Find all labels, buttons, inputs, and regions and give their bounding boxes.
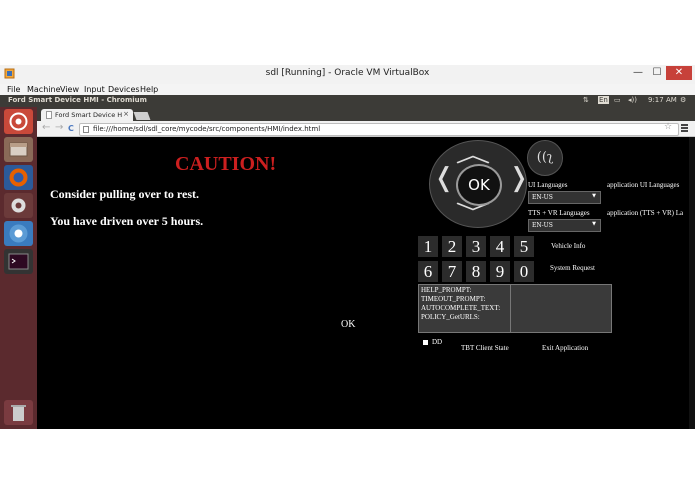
page-icon (46, 111, 52, 119)
browser-toolbar: ← → C file:///home/sdl/sdl_core/mycode/s… (37, 121, 695, 137)
tab-close-icon[interactable]: × (123, 110, 129, 118)
preset-8-button[interactable]: 8 (466, 261, 486, 282)
chromium-window: Ford Smart Device H × ← → C file:///home… (37, 107, 695, 429)
ubuntu-dash-icon[interactable] (4, 109, 33, 134)
menu-input[interactable]: Input (84, 85, 105, 94)
dropdown-arrow-icon: ▼ (592, 193, 596, 199)
preset-3-button[interactable]: 3 (466, 236, 486, 257)
prompt-labels: HELP_PROMPT: TIMEOUT_PROMPT: AUTOCOMPLET… (419, 285, 511, 332)
page-scrollbar[interactable] (689, 137, 695, 429)
close-button[interactable]: ✕ (666, 66, 692, 80)
keyboard-indicator[interactable]: En (598, 96, 609, 104)
tts-vr-language-select[interactable]: EN-US ▼ (528, 219, 601, 232)
ubuntu-top-panel: Ford Smart Device HMI - Chromium ⇅ En ▭ … (0, 95, 695, 107)
autocomplete-text-label: AUTOCOMPLETE_TEXT: (421, 304, 501, 312)
voice-command-button[interactable]: ((ʅ (527, 140, 563, 176)
reload-icon[interactable]: C (68, 124, 74, 134)
address-bar[interactable]: file:///home/sdl/sdl_core/mycode/src/com… (79, 123, 679, 136)
exit-application-button[interactable]: Exit Application (542, 344, 588, 352)
preset-5-button[interactable]: 5 (514, 236, 534, 257)
unity-launcher (0, 107, 37, 429)
vehicle-info-button[interactable]: Vehicle Info (551, 242, 585, 250)
directional-pad: ︿ ﹀ ❬ ❭ OK (429, 140, 530, 228)
preset-1-button[interactable]: 1 (418, 236, 438, 257)
tbt-client-state-button[interactable]: TBT Client State (461, 344, 509, 352)
tts-vr-language-value: EN-US (532, 222, 553, 229)
preset-4-button[interactable]: 4 (490, 236, 510, 257)
virtualbox-window: sdl [Running] - Oracle VM VirtualBox — ☐… (0, 65, 695, 429)
voice-command-icon: ((ʅ (536, 150, 554, 165)
left-chevron-icon[interactable]: ❬ (433, 163, 455, 193)
firefox-icon[interactable] (4, 165, 33, 190)
preset-9-button[interactable]: 9 (490, 261, 510, 282)
maximize-button[interactable]: ☐ (648, 66, 666, 80)
preset-6-button[interactable]: 6 (418, 261, 438, 282)
menu-view[interactable]: View (60, 85, 79, 94)
help-prompt-label: HELP_PROMPT: (421, 286, 472, 294)
settings-gear-icon[interactable]: ⚙ (680, 96, 686, 104)
chromium-icon[interactable] (4, 221, 33, 246)
files-icon[interactable] (4, 137, 33, 162)
hmi-page: CAUTION! Consider pulling over to rest. … (37, 137, 695, 429)
alert-ok-button[interactable]: OK (341, 319, 355, 330)
chrome-menu-icon[interactable] (681, 124, 689, 133)
page-icon (83, 126, 89, 133)
terminal-icon[interactable] (4, 249, 33, 274)
preset-0-button[interactable]: 0 (514, 261, 534, 282)
dd-label: DD (432, 338, 443, 346)
alert-message-line2: You have driven over 5 hours. (50, 214, 204, 228)
forward-arrow-icon[interactable]: → (55, 123, 63, 133)
dpad-ok-label: OK (468, 176, 490, 194)
vbox-titlebar: sdl [Running] - Oracle VM VirtualBox — ☐… (0, 65, 695, 85)
ui-languages-label: UI Languages (528, 181, 568, 189)
policy-geturls-label: POLICY_GetURLS: (421, 313, 480, 321)
system-request-button[interactable]: System Request (550, 264, 595, 272)
menu-file[interactable]: File (7, 85, 20, 94)
tts-vr-languages-label: TTS + VR Languages (528, 209, 590, 217)
tab-strip: Ford Smart Device H × (37, 107, 695, 121)
alert-message-line1: Consider pulling over to rest. (50, 187, 200, 201)
menu-help[interactable]: Help (140, 85, 158, 94)
app-tts-vr-languages-label: application (TTS + VR) La (607, 209, 684, 217)
ui-language-value: EN-US (532, 194, 553, 201)
new-tab-button[interactable] (133, 112, 151, 120)
dd-checkbox[interactable] (423, 340, 428, 345)
bookmark-star-icon[interactable]: ☆ (664, 122, 672, 132)
vbox-menubar: File Machine View Input Devices Help (0, 84, 695, 95)
menu-devices[interactable]: Devices (108, 85, 140, 94)
trash-icon[interactable] (4, 400, 33, 425)
url-text[interactable]: file:///home/sdl/sdl_core/mycode/src/com… (93, 125, 320, 133)
prompt-info-panel: HELP_PROMPT: TIMEOUT_PROMPT: AUTOCOMPLET… (418, 284, 612, 333)
back-arrow-icon[interactable]: ← (42, 123, 50, 133)
tab-hmi[interactable]: Ford Smart Device H × (41, 109, 133, 121)
preset-7-button[interactable]: 7 (442, 261, 462, 282)
alert-title: CAUTION! (175, 153, 277, 175)
dpad-ok-button[interactable]: OK (456, 164, 502, 206)
window-title: sdl [Running] - Oracle VM VirtualBox (265, 68, 430, 78)
preset-2-button[interactable]: 2 (442, 236, 462, 257)
active-window-title: Ford Smart Device HMI - Chromium (8, 96, 147, 104)
guest-screen: Ford Smart Device HMI - Chromium ⇅ En ▭ … (0, 95, 695, 429)
battery-icon[interactable]: ▭ (614, 96, 621, 104)
menu-machine[interactable]: Machine (27, 85, 61, 94)
right-chevron-icon[interactable]: ❭ (508, 163, 530, 193)
minimize-button[interactable]: — (628, 66, 648, 80)
dropdown-arrow-icon: ▼ (592, 221, 596, 227)
network-icon[interactable]: ⇅ (583, 96, 589, 104)
system-settings-icon[interactable] (4, 193, 33, 218)
tab-title: Ford Smart Device H (55, 111, 123, 119)
timeout-prompt-label: TIMEOUT_PROMPT: (421, 295, 486, 303)
volume-icon[interactable]: ◂)) (628, 96, 637, 104)
app-ui-languages-label: application UI Languages (607, 181, 680, 189)
ui-language-select[interactable]: EN-US ▼ (528, 191, 601, 204)
clock[interactable]: 9:17 AM (648, 96, 677, 104)
